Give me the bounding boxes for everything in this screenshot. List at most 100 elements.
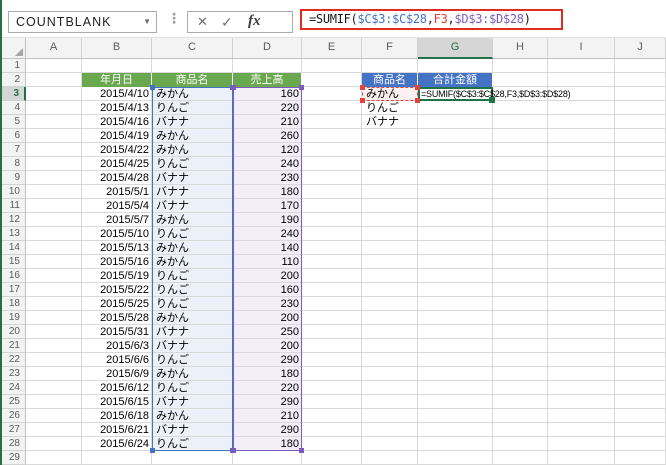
- row-header-24[interactable]: 24: [0, 381, 26, 395]
- row-header-3[interactable]: 3: [0, 87, 26, 101]
- date-cell[interactable]: 2015/4/16: [82, 115, 152, 129]
- row-header-19[interactable]: 19: [0, 311, 26, 325]
- date-cell[interactable]: 2015/6/6: [82, 353, 152, 367]
- column-header-A[interactable]: A: [26, 38, 82, 59]
- value-cell[interactable]: 140: [233, 241, 302, 255]
- date-cell[interactable]: 2015/5/22: [82, 283, 152, 297]
- product-cell[interactable]: バナナ: [152, 423, 233, 437]
- date-cell[interactable]: 2015/4/28: [82, 171, 152, 185]
- value-cell[interactable]: 160: [233, 87, 302, 101]
- date-cell[interactable]: 2015/5/19: [82, 269, 152, 283]
- cancel-icon[interactable]: ✕: [197, 12, 208, 32]
- row-header-21[interactable]: 21: [0, 339, 26, 353]
- date-cell[interactable]: 2015/5/7: [82, 213, 152, 227]
- value-cell[interactable]: 230: [233, 171, 302, 185]
- product-cell[interactable]: りんご: [152, 297, 233, 311]
- row-header-16[interactable]: 16: [0, 269, 26, 283]
- product-cell[interactable]: みかん: [152, 143, 233, 157]
- summary-product-cell[interactable]: バナナ: [362, 115, 418, 129]
- product-cell[interactable]: みかん: [152, 241, 233, 255]
- row-header-18[interactable]: 18: [0, 297, 26, 311]
- value-cell[interactable]: 240: [233, 227, 302, 241]
- product-cell[interactable]: バナナ: [152, 185, 233, 199]
- row-header-28[interactable]: 28: [0, 437, 26, 451]
- row-header-26[interactable]: 26: [0, 409, 26, 423]
- row-header-17[interactable]: 17: [0, 283, 26, 297]
- value-cell[interactable]: 160: [233, 283, 302, 297]
- date-cell[interactable]: 2015/4/13: [82, 101, 152, 115]
- value-cell[interactable]: 180: [233, 185, 302, 199]
- row-header-2[interactable]: 2: [0, 73, 26, 87]
- value-cell[interactable]: 220: [233, 381, 302, 395]
- date-cell[interactable]: 2015/5/13: [82, 241, 152, 255]
- row-header-8[interactable]: 8: [0, 157, 26, 171]
- date-cell[interactable]: 2015/6/24: [82, 437, 152, 451]
- value-cell[interactable]: 290: [233, 423, 302, 437]
- date-cell[interactable]: 2015/5/16: [82, 255, 152, 269]
- value-cell[interactable]: 200: [233, 311, 302, 325]
- date-cell[interactable]: 2015/6/3: [82, 339, 152, 353]
- date-cell[interactable]: 2015/6/12: [82, 381, 152, 395]
- product-cell[interactable]: バナナ: [152, 395, 233, 409]
- date-cell[interactable]: 2015/5/4: [82, 199, 152, 213]
- row-header-23[interactable]: 23: [0, 367, 26, 381]
- fill-handle[interactable]: [489, 97, 495, 103]
- product-cell[interactable]: みかん: [152, 213, 233, 227]
- date-cell[interactable]: 2015/6/18: [82, 409, 152, 423]
- value-cell[interactable]: 180: [233, 367, 302, 381]
- product-cell[interactable]: りんご: [152, 381, 233, 395]
- value-cell[interactable]: 110: [233, 255, 302, 269]
- row-header-10[interactable]: 10: [0, 185, 26, 199]
- product-cell[interactable]: りんご: [152, 283, 233, 297]
- enter-icon[interactable]: ✓: [221, 12, 233, 32]
- row-header-13[interactable]: 13: [0, 227, 26, 241]
- row-header-5[interactable]: 5: [0, 115, 26, 129]
- select-all-corner[interactable]: [0, 38, 26, 59]
- product-cell[interactable]: みかん: [152, 255, 233, 269]
- chevron-down-icon[interactable]: ▼: [143, 18, 151, 26]
- product-cell[interactable]: りんご: [152, 269, 233, 283]
- product-cell[interactable]: バナナ: [152, 115, 233, 129]
- date-cell[interactable]: 2015/6/15: [82, 395, 152, 409]
- row-header-20[interactable]: 20: [0, 325, 26, 339]
- product-cell[interactable]: みかん: [152, 311, 233, 325]
- value-cell[interactable]: 290: [233, 395, 302, 409]
- sales-header-D[interactable]: 売上高: [233, 73, 302, 87]
- column-header-B[interactable]: B: [82, 38, 152, 59]
- value-cell[interactable]: 230: [233, 297, 302, 311]
- column-header-E[interactable]: E: [302, 38, 362, 59]
- product-cell[interactable]: バナナ: [152, 199, 233, 213]
- date-cell[interactable]: 2015/5/10: [82, 227, 152, 241]
- product-cell[interactable]: バナナ: [152, 339, 233, 353]
- product-cell[interactable]: りんご: [152, 227, 233, 241]
- product-cell[interactable]: りんご: [152, 101, 233, 115]
- row-header-22[interactable]: 22: [0, 353, 26, 367]
- product-cell[interactable]: りんご: [152, 157, 233, 171]
- value-cell[interactable]: 180: [233, 437, 302, 451]
- date-cell[interactable]: 2015/5/1: [82, 185, 152, 199]
- row-header-15[interactable]: 15: [0, 255, 26, 269]
- product-cell[interactable]: バナナ: [152, 171, 233, 185]
- date-cell[interactable]: 2015/6/9: [82, 367, 152, 381]
- row-header-9[interactable]: 9: [0, 171, 26, 185]
- insert-function-icon[interactable]: fx: [248, 12, 261, 31]
- value-cell[interactable]: 200: [233, 339, 302, 353]
- row-header-4[interactable]: 4: [0, 101, 26, 115]
- summary-product-cell[interactable]: りんご: [362, 101, 418, 115]
- value-cell[interactable]: 220: [233, 101, 302, 115]
- row-header-1[interactable]: 1: [0, 59, 26, 73]
- column-header-J[interactable]: J: [615, 38, 666, 59]
- column-header-G[interactable]: G: [418, 38, 493, 59]
- product-cell[interactable]: みかん: [152, 87, 233, 101]
- date-cell[interactable]: 2015/4/22: [82, 143, 152, 157]
- summary-header-G[interactable]: 合計金額: [418, 73, 493, 87]
- summary-header-F[interactable]: 商品名: [362, 73, 418, 87]
- date-cell[interactable]: 2015/5/25: [82, 297, 152, 311]
- sales-header-C[interactable]: 商品名: [152, 73, 233, 87]
- row-header-29[interactable]: 29: [0, 451, 26, 465]
- column-header-C[interactable]: C: [152, 38, 233, 59]
- product-cell[interactable]: みかん: [152, 409, 233, 423]
- date-cell[interactable]: 2015/6/21: [82, 423, 152, 437]
- column-header-H[interactable]: H: [493, 38, 548, 59]
- value-cell[interactable]: 120: [233, 143, 302, 157]
